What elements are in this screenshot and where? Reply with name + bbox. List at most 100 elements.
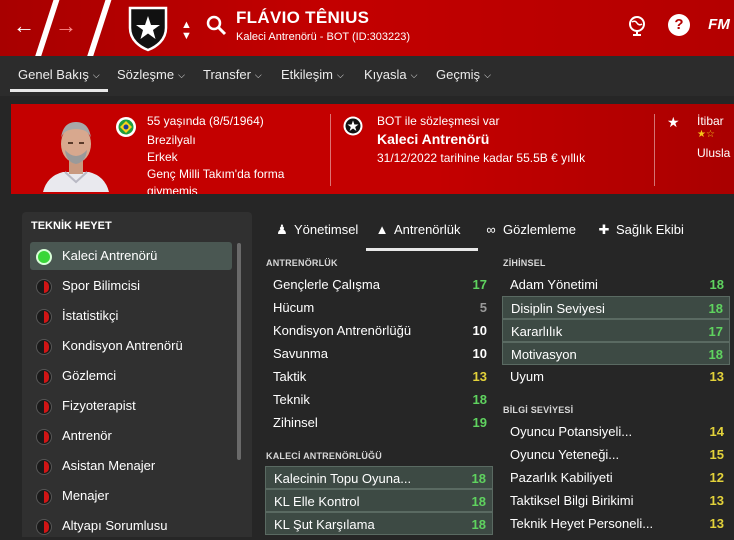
- tab-gecmis[interactable]: Geçmiş ⌵: [436, 67, 491, 82]
- section-title-knowledge: BİLGİ SEVİYESİ: [503, 405, 574, 415]
- attribute-name: Oyuncu Yeteneği...: [510, 447, 620, 462]
- globe-icon[interactable]: [626, 14, 648, 36]
- attribute-row: Teknik Heyet Personeli... 13: [502, 512, 730, 535]
- staff-item-kondisyon-antrenoru[interactable]: Kondisyon Antrenörü: [30, 332, 232, 360]
- star-icon: ★: [667, 114, 680, 130]
- fm-logo[interactable]: FM: [708, 14, 730, 36]
- next-icon[interactable]: ▼: [181, 31, 192, 42]
- attribute-value: 18: [708, 347, 723, 362]
- attribute-row: Taktik 13: [265, 365, 493, 388]
- attribute-name: Savunma: [273, 346, 328, 361]
- back-arrow-icon[interactable]: ←: [10, 12, 38, 40]
- tab-saglik-ekibi[interactable]: ✚ Sağlık Ekibi: [596, 222, 684, 238]
- staff-item-altyapi-sorumlusu[interactable]: Altyapı Sorumlusu: [30, 512, 232, 540]
- staff-item-menajer[interactable]: Menajer: [30, 482, 232, 510]
- attribute-name: Gençlerle Çalışma: [273, 277, 380, 292]
- club-crest-icon[interactable]: [124, 4, 172, 52]
- tab-kiyasla[interactable]: Kıyasla ⌵: [364, 67, 417, 82]
- attribute-name: Teknik Heyet Personeli...: [510, 516, 654, 531]
- tab-yonetimsel[interactable]: ♟ Yönetimsel: [274, 222, 358, 238]
- reputation-stars-icon: ★☆: [697, 129, 715, 140]
- status-dot-icon: [36, 339, 52, 355]
- attribute-value: 18: [471, 494, 486, 509]
- banner-divider: [654, 114, 655, 186]
- profile-banner: 55 yaşında (8/5/1964) Brezilyalı Erkek G…: [11, 104, 734, 194]
- attribute-value: 13: [709, 369, 724, 384]
- tab-label: Etkileşim: [281, 67, 334, 82]
- attribute-name: Hücum: [273, 300, 315, 315]
- chevron-down-icon: ⌵: [484, 70, 491, 80]
- tab-sozlesme[interactable]: Sözleşme ⌵: [117, 67, 185, 82]
- tab-label: Genel Bakış: [18, 67, 89, 82]
- attribute-name: Disiplin Seviyesi: [511, 301, 605, 316]
- contract-text: BOT ile sözleşmesi var: [377, 114, 500, 128]
- tab-genel-bakis[interactable]: Genel Bakış ⌵: [18, 67, 100, 82]
- tab-transfer[interactable]: Transfer ⌵: [203, 67, 262, 82]
- chevron-down-icon: ⌵: [92, 70, 100, 80]
- attribute-value: 15: [709, 447, 724, 462]
- attribute-row: Kondisyon Antrenörlüğü 10: [265, 319, 493, 342]
- help-icon[interactable]: ?: [668, 14, 690, 36]
- person-photo: [43, 122, 109, 192]
- staff-item-antrenor[interactable]: Antrenör: [30, 422, 232, 450]
- staff-item-label: İstatistikçi: [62, 308, 119, 323]
- attribute-value: 13: [709, 493, 724, 508]
- tab-antrenorluk[interactable]: ▲ Antrenörlük: [374, 222, 461, 237]
- forward-arrow-icon[interactable]: →: [52, 12, 80, 40]
- attribute-row: Adam Yönetimi 18: [502, 273, 730, 296]
- staff-item-label: Altyapı Sorumlusu: [62, 518, 168, 533]
- attribute-value: 5: [479, 300, 487, 315]
- nav-tabs: Genel Bakış ⌵ Sözleşme ⌵ Transfer ⌵ Etkileş…: [0, 56, 734, 96]
- status-dot-icon: [36, 459, 52, 475]
- status-dot-icon: [36, 369, 52, 385]
- attribute-row: Hücum 5: [265, 296, 493, 319]
- tab-label: Kıyasla: [364, 67, 407, 82]
- attribute-row-key: KL Elle Kontrol 18: [265, 489, 493, 512]
- staff-panel: TEKNİK HEYET Kaleci Antrenörü Spor Bilim…: [22, 212, 252, 537]
- attribute-value: 18: [708, 301, 723, 316]
- tab-etkilesim[interactable]: Etkileşim ⌵: [281, 67, 344, 82]
- binoculars-icon: ∞: [486, 222, 496, 237]
- attribute-row: Gençlerle Çalışma 17: [265, 273, 493, 296]
- attribute-name: Kondisyon Antrenörlüğü: [273, 323, 412, 338]
- cone-icon: ▲: [375, 222, 389, 237]
- staff-item-gozlemci[interactable]: Gözlemci: [30, 362, 232, 390]
- nationality-text: Brezilyalı: [147, 133, 196, 147]
- caps-text-continued: giymemiş: [147, 184, 198, 194]
- staff-item-label: Menajer: [62, 488, 109, 503]
- status-dot-icon: [36, 519, 52, 535]
- attribute-value: 14: [709, 424, 724, 439]
- attribute-name: Zihinsel: [273, 415, 318, 430]
- section-title-mental: ZİHİNSEL: [503, 258, 546, 268]
- attribute-value: 18: [472, 392, 487, 407]
- staff-item-kaleci-antrenoru[interactable]: Kaleci Antrenörü: [30, 242, 232, 270]
- staff-item-label: Asistan Menajer: [62, 458, 156, 473]
- tab-gozlemleme[interactable]: ∞ Gözlemleme: [483, 222, 576, 237]
- staff-item-istatistikci[interactable]: İstatistikçi: [30, 302, 232, 330]
- caps-text: Genç Milli Takım'da forma: [147, 167, 285, 181]
- attribute-row: Teknik 18: [265, 388, 493, 411]
- person-subtitle: Kaleci Antrenörü - BOT (ID:303223): [236, 31, 411, 43]
- search-icon[interactable]: [205, 14, 227, 36]
- attribute-row-key: KL Şut Karşılama 18: [265, 512, 493, 535]
- attribute-value: 13: [709, 516, 724, 531]
- staff-panel-scrollbar[interactable]: [237, 243, 241, 460]
- reputation-label: İtibar: [697, 114, 724, 128]
- attr-tab-label: Sağlık Ekibi: [616, 222, 684, 237]
- attribute-name: Pazarlık Kabiliyeti: [510, 470, 613, 485]
- attribute-name: Oyuncu Potansiyeli...: [510, 424, 633, 439]
- status-dot-icon: [36, 489, 52, 505]
- reputation-value: Ulusla: [697, 146, 731, 160]
- attribute-name: Teknik: [273, 392, 310, 407]
- staff-item-fizyoterapist[interactable]: Fizyoterapist: [30, 392, 232, 420]
- attribute-row: Oyuncu Potansiyeli... 14: [502, 420, 730, 443]
- chevron-down-icon: ⌵: [178, 70, 185, 80]
- active-tab-indicator: [10, 89, 108, 92]
- previous-icon[interactable]: ▲: [181, 20, 192, 31]
- staff-item-spor-bilimcisi[interactable]: Spor Bilimcisi: [30, 272, 232, 300]
- staff-item-asistan-menajer[interactable]: Asistan Menajer: [30, 452, 232, 480]
- attribute-value: 18: [709, 277, 724, 292]
- chevron-down-icon: ⌵: [337, 70, 344, 80]
- attribute-value: 12: [709, 470, 724, 485]
- people-icon: ♟: [276, 222, 288, 237]
